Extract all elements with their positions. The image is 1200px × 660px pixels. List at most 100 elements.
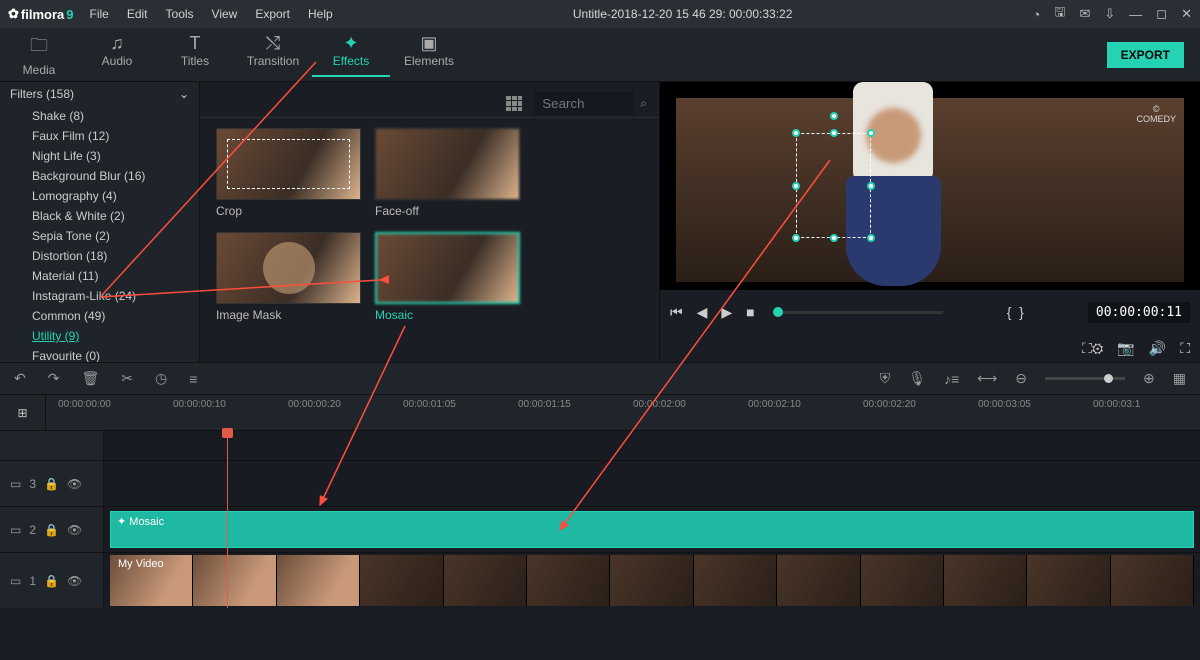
handle-bc[interactable] [830,234,838,242]
track-number: 2 [29,523,36,537]
menu-tools[interactable]: Tools [166,7,194,21]
tab-transition[interactable]: ⤭Transition [234,33,312,77]
export-button[interactable]: EXPORT [1107,42,1184,68]
skip-back-icon[interactable]: ⏮ [670,304,683,321]
handle-ml[interactable] [792,182,800,190]
effects-sidebar[interactable]: Filters (158)⌄ Shake (8) Faux Film (12) … [0,82,200,362]
filters-group[interactable]: Filters (158)⌄ [0,82,199,106]
music-icon: ♫ [78,33,156,54]
fullscreen-icon[interactable]: ⛶ [1180,340,1190,357]
chevron-down-icon: ⌄ [179,87,189,101]
eye-icon[interactable]: 👁 [67,574,82,588]
effect-icon: ✦ [117,516,126,528]
tab-audio[interactable]: ♫Audio [78,33,156,77]
preview-panel: ©COMEDY ⏮ ◀ ▶ ■ { } 00:00:00:11 [660,82,1200,362]
save-icon[interactable]: 🖫 [1054,3,1065,25]
stop-icon[interactable]: ■ [746,304,754,320]
track-1[interactable]: ▭1🔒👁 My Video [0,552,1200,608]
preview-progress[interactable] [773,311,943,314]
quality-icon[interactable]: ⛶⚙ [1082,340,1103,357]
adjust-icon[interactable]: ≡ [189,371,197,387]
minimize-button[interactable]: — [1129,7,1142,22]
sidebar-item-instagram[interactable]: Instagram-Like (24) [0,286,199,306]
handle-mr[interactable] [867,182,875,190]
handle-tc[interactable] [830,129,838,137]
split-icon[interactable]: ✂ [121,370,133,387]
handle-bl[interactable] [792,234,800,242]
play-icon[interactable]: ▶ [721,304,732,321]
selection-box[interactable] [796,133,871,238]
preview-canvas[interactable]: ©COMEDY [660,82,1200,290]
sidebar-item-nightlife[interactable]: Night Life (3) [0,146,199,166]
duration-icon[interactable]: ◷ [155,370,167,387]
mail-icon[interactable]: ✉ [1079,6,1090,22]
lock-icon[interactable]: 🔒 [44,574,59,588]
menu-view[interactable]: View [212,7,238,21]
eye-icon[interactable]: 👁 [67,523,82,537]
lock-icon[interactable]: 🔒 [44,523,59,537]
filmstrip-icon: ▭ [10,523,21,537]
sidebar-item-favourite[interactable]: Favourite (0) [0,346,199,362]
fit-icon[interactable]: ⟷ [977,370,997,387]
sidebar-item-lomo[interactable]: Lomography (4) [0,186,199,206]
mic-icon[interactable]: ⇩ [1104,6,1115,22]
thumb-label: Crop [216,204,361,218]
settings-icon[interactable]: ▦ [1173,370,1186,387]
audio-mix-icon[interactable]: ♪≡ [944,371,959,387]
sidebar-item-sepia[interactable]: Sepia Tone (2) [0,226,199,246]
eye-icon[interactable]: 👁 [67,477,82,491]
record-icon[interactable]: 🎙 [908,370,926,387]
marker-icon[interactable]: ⛨ [880,370,891,387]
video-clip[interactable]: My Video [110,555,1194,606]
menu-edit[interactable]: Edit [127,7,148,21]
search-input[interactable] [534,92,634,115]
sidebar-item-fauxfilm[interactable]: Faux Film (12) [0,126,199,146]
undo-icon[interactable]: ↶ [14,370,26,387]
braces-icon[interactable]: { } [1007,304,1024,320]
handle-rotate[interactable] [830,112,838,120]
sidebar-item-utility[interactable]: Utility (9) [0,326,199,346]
zoom-in-icon[interactable]: ⊕ [1143,370,1155,387]
thumb-imagemask[interactable]: Image Mask [216,232,361,322]
search-icon[interactable]: ⌕ [640,96,647,111]
sidebar-item-bgblur[interactable]: Background Blur (16) [0,166,199,186]
zoom-slider[interactable] [1045,377,1125,380]
thumb-mosaic[interactable]: Mosaic [375,232,520,322]
handle-br[interactable] [867,234,875,242]
zoom-out-icon[interactable]: ⊖ [1015,370,1027,387]
app-name: filmora [21,7,64,22]
handle-tl[interactable] [792,129,800,137]
grid-view-icon[interactable] [506,96,522,112]
account-icon[interactable]: ◔ [1033,7,1041,22]
track-3[interactable]: ▭3🔒👁 [0,460,1200,506]
tab-effects[interactable]: ✦Effects [312,33,390,77]
logo-icon: ✿ [8,6,19,22]
effect-clip[interactable]: ✦ Mosaic [110,511,1194,548]
redo-icon[interactable]: ↷ [48,370,60,387]
handle-tr[interactable] [867,129,875,137]
step-back-icon[interactable]: ◀ [697,304,708,321]
sidebar-item-shake[interactable]: Shake (8) [0,106,199,126]
thumb-faceoff[interactable]: Face-off [375,128,520,218]
menu-export[interactable]: Export [255,7,290,21]
lock-icon[interactable]: 🔒 [44,477,59,491]
menu-help[interactable]: Help [308,7,333,21]
volume-icon[interactable]: 🔊 [1149,340,1166,357]
tab-media[interactable]: 🗀Media [0,33,78,77]
playhead[interactable] [227,430,228,608]
menu-file[interactable]: File [89,7,108,21]
sidebar-item-bw[interactable]: Black & White (2) [0,206,199,226]
close-button[interactable]: ✕ [1181,6,1192,22]
tab-titles[interactable]: TTitles [156,33,234,77]
sidebar-item-distortion[interactable]: Distortion (18) [0,246,199,266]
timeline-ruler[interactable]: ⊞ 00:00:00:0000:00:00:1000:00:00:2000:00… [0,394,1200,430]
thumb-crop[interactable]: Crop [216,128,361,218]
track-2[interactable]: ▭ 2 🔒 👁 ✦ Mosaic [0,506,1200,552]
delete-icon[interactable]: 🗑 [81,370,99,387]
maximize-button[interactable]: ◻ [1156,6,1167,22]
sidebar-item-common[interactable]: Common (49) [0,306,199,326]
add-track-button[interactable]: ⊞ [0,395,46,430]
snapshot-icon[interactable]: 📷 [1117,340,1134,357]
tab-elements[interactable]: ▣Elements [390,33,468,77]
sidebar-item-material[interactable]: Material (11) [0,266,199,286]
